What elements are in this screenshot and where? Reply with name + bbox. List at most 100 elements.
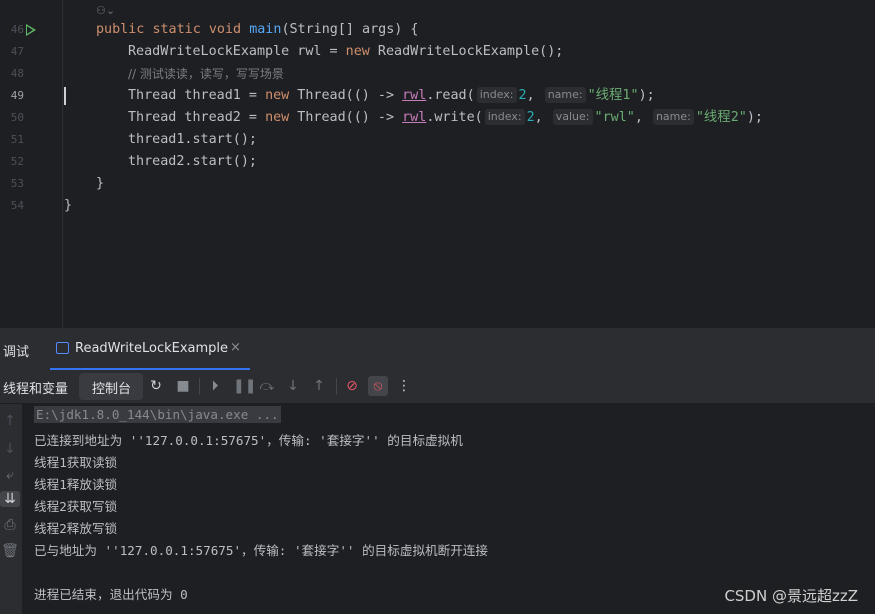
token-keyword: new xyxy=(345,44,370,59)
token-string: "rwl" xyxy=(594,110,635,125)
token-keyword: static xyxy=(152,22,201,37)
line-number: 54 xyxy=(10,199,24,212)
code-line-54: } xyxy=(64,195,72,217)
scroll-to-end-icon[interactable]: ⇊ xyxy=(0,491,20,507)
step-over-icon[interactable]: ⤼ xyxy=(259,378,275,394)
arrow-up-icon[interactable]: ↑ xyxy=(0,413,20,429)
tab-console[interactable]: 控制台 xyxy=(79,373,143,400)
token-text: } xyxy=(96,176,105,191)
token-method: main xyxy=(249,22,282,37)
parameter-hint: name: xyxy=(652,109,694,125)
console-line: 已与地址为 ''127.0.0.1:57675'，传输: '套接字'' 的目标虚… xyxy=(34,543,489,558)
console-side-toolbar: ↑ ↓ ⤶ ⇊ ⎙ 🗑 xyxy=(0,404,22,614)
token-text: thread1.start(); xyxy=(128,132,257,147)
debug-window-title: 调试 xyxy=(3,345,30,360)
console-command[interactable]: E:\jdk1.8.0_144\bin\java.exe ... xyxy=(34,406,281,423)
tab-label: ReadWriteLockExample xyxy=(75,341,229,356)
token-text: .read( xyxy=(426,88,475,103)
console-output[interactable]: E:\jdk1.8.0_144\bin\java.exe ... 已连接到地址为… xyxy=(0,404,875,614)
application-icon xyxy=(56,342,69,354)
token-keyword: void xyxy=(208,22,242,37)
token-number: 2 xyxy=(518,88,527,103)
line-number: 51 xyxy=(10,133,24,146)
tab-run-configuration[interactable]: ReadWriteLockExample × xyxy=(50,328,250,370)
debug-tab-bar: 调试 ReadWriteLockExample × xyxy=(0,328,875,370)
token-keyword: new xyxy=(265,110,290,125)
token-text: } xyxy=(64,198,73,213)
token-text: thread2.start(); xyxy=(128,154,257,169)
line-number: 48 xyxy=(10,67,24,80)
code-line-48: // 测试读读，读写，写写场景 xyxy=(128,63,284,85)
line-number: 50 xyxy=(10,111,24,124)
line-number: 46 xyxy=(10,23,24,36)
line-number: 53 xyxy=(10,177,24,190)
text-caret xyxy=(64,87,66,105)
code-line-50: Thread thread2 = new Thread(() -> rwl.wr… xyxy=(128,107,763,129)
print-icon[interactable]: ⎙ xyxy=(0,517,20,533)
token-text: , xyxy=(534,110,551,125)
token-text: Thread(() -> xyxy=(289,110,403,125)
console-line: 已连接到地址为 ''127.0.0.1:57675'，传输: '套接字'' 的目… xyxy=(34,433,463,448)
token-text: , xyxy=(526,88,543,103)
console-line: 线程2获取写锁 xyxy=(34,499,118,514)
console-line: 线程1获取读锁 xyxy=(34,455,118,470)
line-number: 47 xyxy=(10,45,24,58)
line-gutter: 46 47 48 49 50 51 52 53 54 xyxy=(0,0,63,328)
rerun-icon[interactable]: ↻ xyxy=(148,378,164,394)
token-text: Thread(() -> xyxy=(289,88,403,103)
mute-breakpoints-icon[interactable]: ⦸ xyxy=(368,376,388,396)
arrow-down-icon[interactable]: ↓ xyxy=(0,441,20,457)
step-out-icon[interactable]: ↑ xyxy=(311,378,327,394)
token-text: Thread thread2 = xyxy=(128,110,266,125)
token-number: 2 xyxy=(526,110,535,125)
console-line: 线程2释放写锁 xyxy=(34,521,118,536)
token-string: "线程2" xyxy=(695,110,747,125)
run-gutter-icon[interactable] xyxy=(26,24,36,36)
token-text: ReadWriteLockExample(); xyxy=(369,44,564,59)
toolbar-separator xyxy=(336,378,337,395)
parameter-hint: name: xyxy=(544,87,586,103)
resume-icon[interactable]: ⏵ xyxy=(207,378,223,394)
more-options-icon[interactable]: ⋮ xyxy=(396,378,412,394)
view-breakpoints-icon[interactable]: ⊘ xyxy=(344,378,360,394)
tab-threads-variables[interactable]: 线程和变量 xyxy=(3,378,68,397)
token-text: ReadWriteLockExample rwl = xyxy=(128,44,346,59)
soft-wrap-icon[interactable]: ⤶ xyxy=(0,467,20,483)
token-field: rwl xyxy=(402,88,427,103)
token-text: , xyxy=(634,110,651,125)
code-line-51: thread1.start(); xyxy=(128,129,257,151)
code-line-49: Thread thread1 = new Thread(() -> rwl.re… xyxy=(128,85,655,107)
code-line-53: } xyxy=(96,173,104,195)
stop-icon[interactable]: ■ xyxy=(175,378,191,394)
token-keyword: public xyxy=(96,22,145,37)
parameter-hint: index: xyxy=(484,109,525,125)
close-icon[interactable]: × xyxy=(230,340,241,355)
token-text: ); xyxy=(638,88,655,103)
token-text: .write( xyxy=(426,110,483,125)
console-line: 线程1释放读锁 xyxy=(34,477,118,492)
token-keyword: new xyxy=(265,88,290,103)
trash-icon[interactable]: 🗑 xyxy=(0,543,20,559)
code-line-52: thread2.start(); xyxy=(128,151,257,173)
console-line: E:\jdk1.8.0_144\bin\java.exe ... xyxy=(34,406,281,423)
token-comment: // 测试读读，读写，写写场景 xyxy=(128,67,284,81)
watermark: CSDN @景远超zzZ xyxy=(724,587,858,605)
step-into-icon[interactable]: ↓ xyxy=(285,378,301,394)
line-number-current: 49 xyxy=(10,89,24,102)
line-number: 52 xyxy=(10,155,24,168)
pause-icon[interactable]: ❚❚ xyxy=(233,378,256,394)
token-field: rwl xyxy=(402,110,427,125)
inlay-hint-icon[interactable]: ⚇⌄ xyxy=(96,4,115,17)
token-text: Thread thread1 = xyxy=(128,88,266,103)
parameter-hint: value: xyxy=(552,109,593,125)
debug-toolbar: 线程和变量 控制台 ↻ ■ ⏵ ❚❚ ⤼ ↓ ↑ ⊘ ⦸ ⋮ xyxy=(0,370,875,404)
toolbar-separator xyxy=(199,378,200,395)
token-text: ); xyxy=(746,110,763,125)
code-line-46: public static void main(String[] args) { xyxy=(96,19,419,41)
console-line: 进程已结束，退出代码为 0 xyxy=(34,587,188,602)
code-line-47: ReadWriteLockExample rwl = new ReadWrite… xyxy=(128,41,563,63)
token-text: (String[] args) { xyxy=(281,22,419,37)
parameter-hint: index: xyxy=(476,87,517,103)
code-editor[interactable]: 46 47 48 49 50 51 52 53 54 ⚇⌄ public sta… xyxy=(0,0,875,328)
tab-console-label: 控制台 xyxy=(92,382,132,397)
